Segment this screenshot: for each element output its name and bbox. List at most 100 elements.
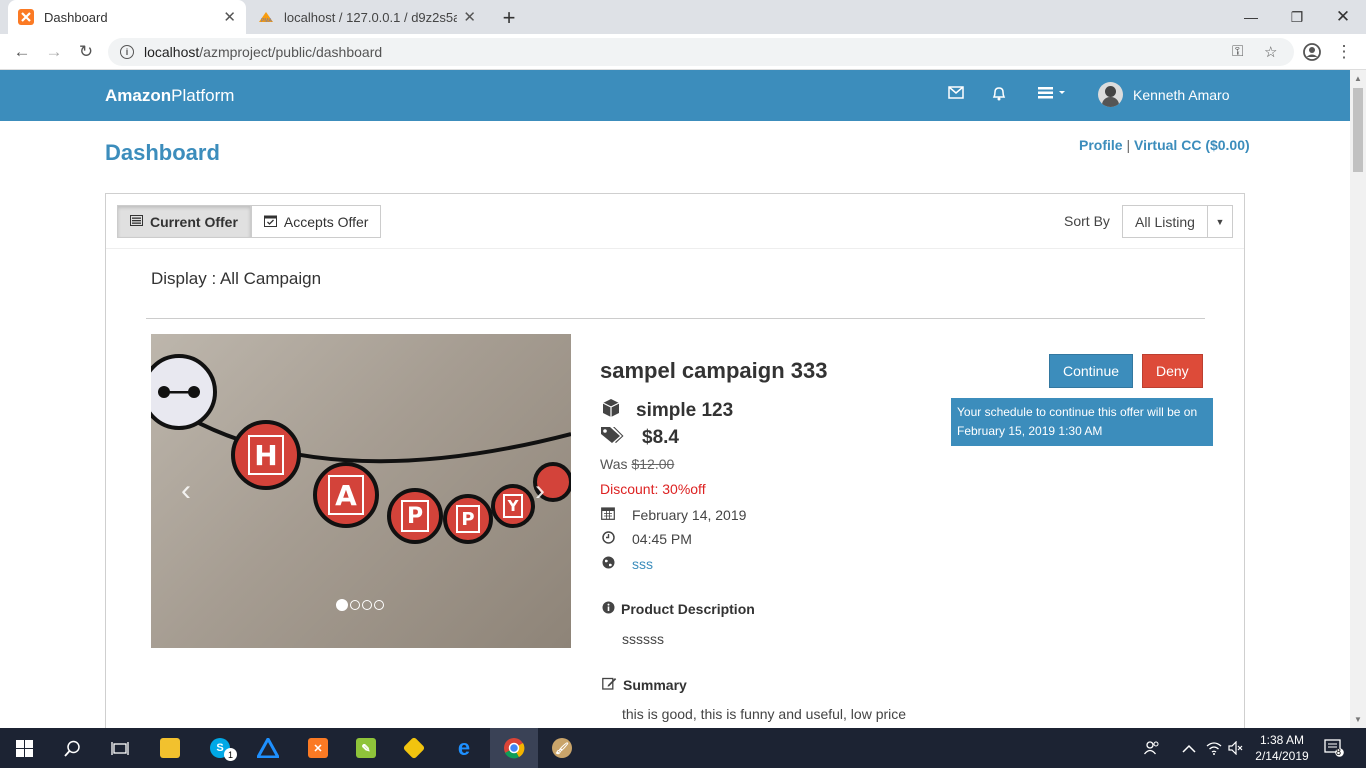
tab-title: localhost / 127.0.0.1 / d9z2s5a4_ <box>284 9 458 25</box>
restore-icon[interactable]: ❐ <box>1274 0 1320 34</box>
tab-title: Dashboard <box>44 9 108 25</box>
info-icon[interactable]: i <box>120 45 134 59</box>
continue-button[interactable]: Continue <box>1049 354 1134 388</box>
address-bar[interactable]: i localhost/azmproject/public/dashboard … <box>108 38 1294 66</box>
product-name-row: simple 123 <box>600 398 733 424</box>
new-tab-icon[interactable]: + <box>498 5 520 31</box>
chrome-icon[interactable] <box>490 728 538 768</box>
carousel-indicator[interactable] <box>362 600 372 610</box>
xampp-favicon-icon <box>18 9 34 25</box>
search-icon[interactable] <box>48 728 96 768</box>
tab-phpmyadmin[interactable]: PMA localhost / 127.0.0.1 / d9z2s5a4_ ✕ <box>248 0 486 34</box>
offer-time: 04:45 PM <box>632 531 692 547</box>
sort-by-label: Sort By <box>1064 213 1110 229</box>
brand-logo[interactable]: AmazonPlatform <box>105 86 234 106</box>
paint-icon[interactable]: 🖌 <box>538 728 586 768</box>
deny-button[interactable]: Deny <box>1142 354 1203 388</box>
banner-flag: Y <box>491 484 535 528</box>
bookmark-star-icon[interactable]: ☆ <box>1264 43 1277 61</box>
time-row: 04:45 PM <box>600 531 692 547</box>
tags-icon <box>600 426 624 450</box>
sync-app-icon[interactable] <box>244 728 292 768</box>
page-scrollbar[interactable]: ▲ ▼ <box>1350 70 1366 728</box>
product-description-heading: Product Description <box>602 601 755 617</box>
close-tab-icon[interactable]: ✕ <box>463 8 476 26</box>
tasks-menu-icon[interactable] <box>1038 86 1068 103</box>
mail-icon[interactable] <box>948 86 964 103</box>
kebab-menu-icon[interactable]: ⋮ <box>1332 40 1356 64</box>
scroll-down-icon[interactable]: ▼ <box>1354 715 1362 724</box>
file-explorer-icon[interactable] <box>146 728 194 768</box>
close-tab-icon[interactable]: ✕ <box>223 8 236 26</box>
skype-icon[interactable]: S 1 <box>196 728 244 768</box>
banner-flag: H <box>231 420 301 490</box>
caret-down-icon[interactable]: ▼ <box>1208 206 1232 237</box>
discount-text: Discount: 30%off <box>600 481 706 497</box>
windows-start-icon[interactable] <box>0 728 48 768</box>
key-icon[interactable]: ⚿ <box>1232 43 1243 60</box>
close-window-icon[interactable]: ✕ <box>1320 0 1366 34</box>
calendar-icon <box>600 506 616 523</box>
notification-count: 8 <box>1336 747 1342 757</box>
divider <box>146 318 1205 319</box>
tab-dashboard[interactable]: Dashboard ✕ <box>8 0 246 34</box>
volume-muted-icon[interactable] <box>1228 728 1244 768</box>
offer-date: February 14, 2019 <box>632 506 747 523</box>
reload-icon[interactable]: ↻ <box>74 40 98 64</box>
account-icon[interactable] <box>1300 40 1324 64</box>
xampp-icon[interactable]: ✕ <box>294 728 342 768</box>
scroll-thumb[interactable] <box>1353 88 1363 172</box>
banner-letter: P <box>456 505 480 533</box>
link-row: sss <box>600 556 653 572</box>
action-center-icon[interactable]: 8 <box>1324 728 1344 768</box>
tray-chevron-up-icon[interactable] <box>1182 728 1196 768</box>
sort-select[interactable]: All Listing ▼ <box>1122 205 1233 238</box>
carousel-prev-icon[interactable]: ‹ <box>181 474 191 508</box>
banner-flag: P <box>387 488 443 544</box>
top-links: Profile | Virtual CC ($0.00) <box>1079 137 1250 153</box>
info-circle-icon <box>602 601 615 617</box>
carousel-indicator[interactable] <box>350 600 360 610</box>
offers-panel: Current Offer Accepts Offer Sort By All … <box>105 193 1245 753</box>
virtual-cc-link[interactable]: Virtual CC ($0.00) <box>1134 137 1250 153</box>
git-app-icon[interactable] <box>390 728 438 768</box>
user-name: Kenneth Amaro <box>1133 86 1230 103</box>
scroll-up-icon[interactable]: ▲ <box>1354 74 1362 83</box>
banner-flag: P <box>443 494 493 544</box>
carousel-next-icon[interactable]: › <box>535 474 545 508</box>
clock-icon <box>600 531 616 547</box>
user-menu[interactable]: Kenneth Amaro <box>1098 82 1230 107</box>
svg-text:PMA: PMA <box>261 18 273 24</box>
tab-accepts-offer[interactable]: Accepts Offer <box>250 205 382 238</box>
panel-header: Current Offer Accepts Offer Sort By All … <box>106 194 1244 249</box>
notepad-plus-icon[interactable]: ✎ <box>342 728 390 768</box>
profile-link[interactable]: Profile <box>1079 137 1123 153</box>
product-image-carousel[interactable]: H A P P Y ‹ › <box>151 334 571 648</box>
bell-icon[interactable] <box>992 86 1006 105</box>
edit-icon <box>602 676 617 693</box>
browser-toolbar: ← → ↻ i localhost/azmproject/public/dash… <box>0 34 1366 70</box>
carousel-indicators <box>336 599 384 611</box>
system-clock[interactable]: 1:38 AM 2/14/2019 <box>1254 732 1310 764</box>
forward-arrow-icon[interactable]: → <box>42 40 66 64</box>
back-arrow-icon[interactable]: ← <box>10 40 34 64</box>
task-view-icon[interactable] <box>96 728 144 768</box>
tab-accepts-offer-label: Accepts Offer <box>283 213 369 230</box>
minimize-icon[interactable]: — <box>1228 0 1274 34</box>
globe-icon <box>600 556 616 572</box>
summary-heading: Summary <box>602 676 687 693</box>
link-separator: | <box>1126 137 1131 153</box>
carousel-indicator[interactable] <box>336 599 348 611</box>
banner-letter: Y <box>503 494 523 518</box>
page-title: Dashboard <box>105 140 220 165</box>
skype-badge: 1 <box>224 748 237 761</box>
clock-time: 1:38 AM <box>1259 733 1305 747</box>
carousel-indicator[interactable] <box>374 600 384 610</box>
edge-icon[interactable]: e <box>440 728 488 768</box>
people-icon[interactable] <box>1144 728 1160 768</box>
wifi-icon[interactable] <box>1206 728 1222 768</box>
original-price: $12.00 <box>631 456 675 472</box>
tab-current-offer-label: Current Offer <box>150 213 238 230</box>
tab-current-offer[interactable]: Current Offer <box>117 205 251 238</box>
offer-link[interactable]: sss <box>632 556 653 572</box>
